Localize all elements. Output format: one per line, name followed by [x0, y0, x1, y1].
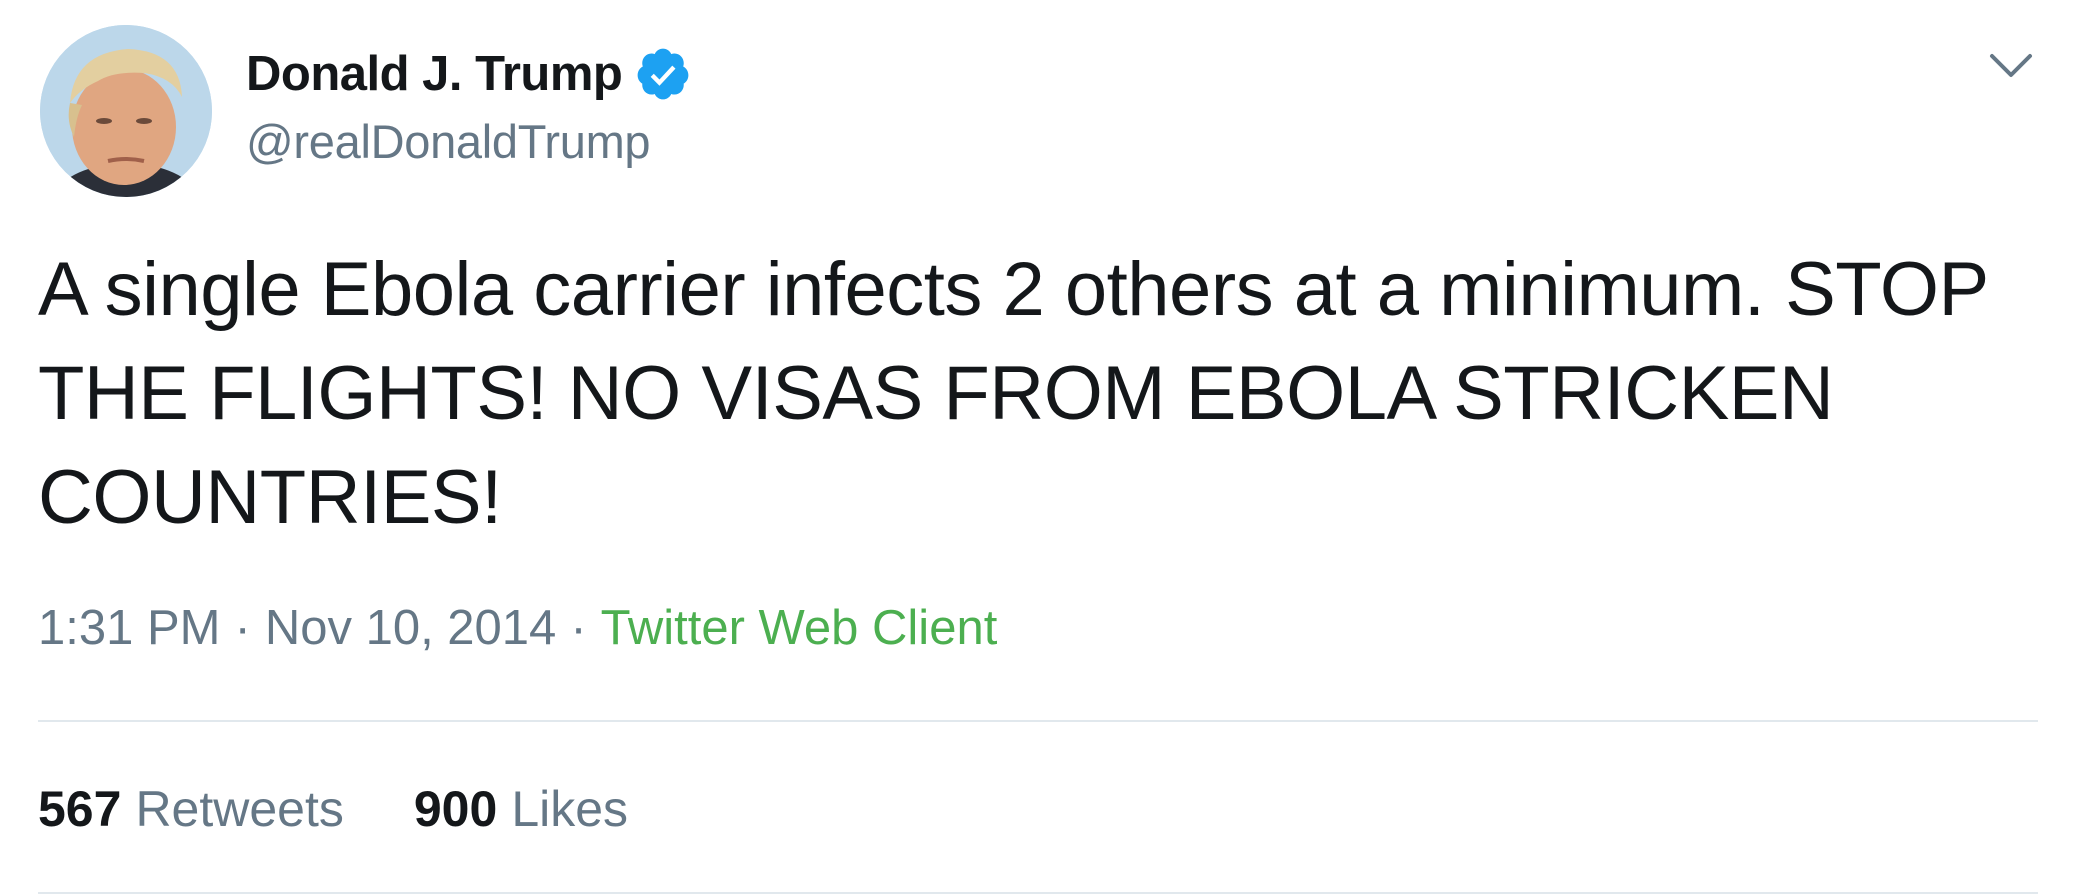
chevron-down-icon[interactable]: [1988, 48, 2034, 84]
avatar-image: [40, 25, 212, 197]
tweet-meta: 1:31 PM · Nov 10, 2014 · Twitter Web Cli…: [38, 600, 997, 656]
divider: [38, 720, 2038, 722]
tweet-source-link[interactable]: Twitter Web Client: [601, 600, 998, 656]
author-handle[interactable]: @realDonaldTrump: [246, 114, 651, 169]
likes-stat[interactable]: 900 Likes: [414, 780, 628, 838]
retweets-label: Retweets: [135, 781, 344, 837]
avatar[interactable]: [40, 25, 212, 197]
retweets-count: 567: [38, 781, 122, 837]
tweet-stats: 567 Retweets 900 Likes: [38, 780, 698, 838]
tweet-text: A single Ebola carrier infects 2 others …: [38, 247, 1989, 540]
author-name-row[interactable]: Donald J. Trump: [246, 44, 692, 104]
meta-separator: ·: [570, 601, 587, 655]
meta-separator: ·: [234, 601, 251, 655]
retweets-stat[interactable]: 567 Retweets: [38, 780, 344, 838]
tweet-card: Donald J. Trump @realDonaldTrump A singl…: [0, 0, 2078, 894]
likes-label: Likes: [511, 781, 629, 837]
author-display-name[interactable]: Donald J. Trump: [246, 46, 623, 102]
tweet-time[interactable]: 1:31 PM: [38, 600, 220, 656]
verified-badge-icon: [637, 48, 689, 100]
tweet-date[interactable]: Nov 10, 2014: [265, 600, 557, 656]
likes-count: 900: [413, 781, 498, 837]
